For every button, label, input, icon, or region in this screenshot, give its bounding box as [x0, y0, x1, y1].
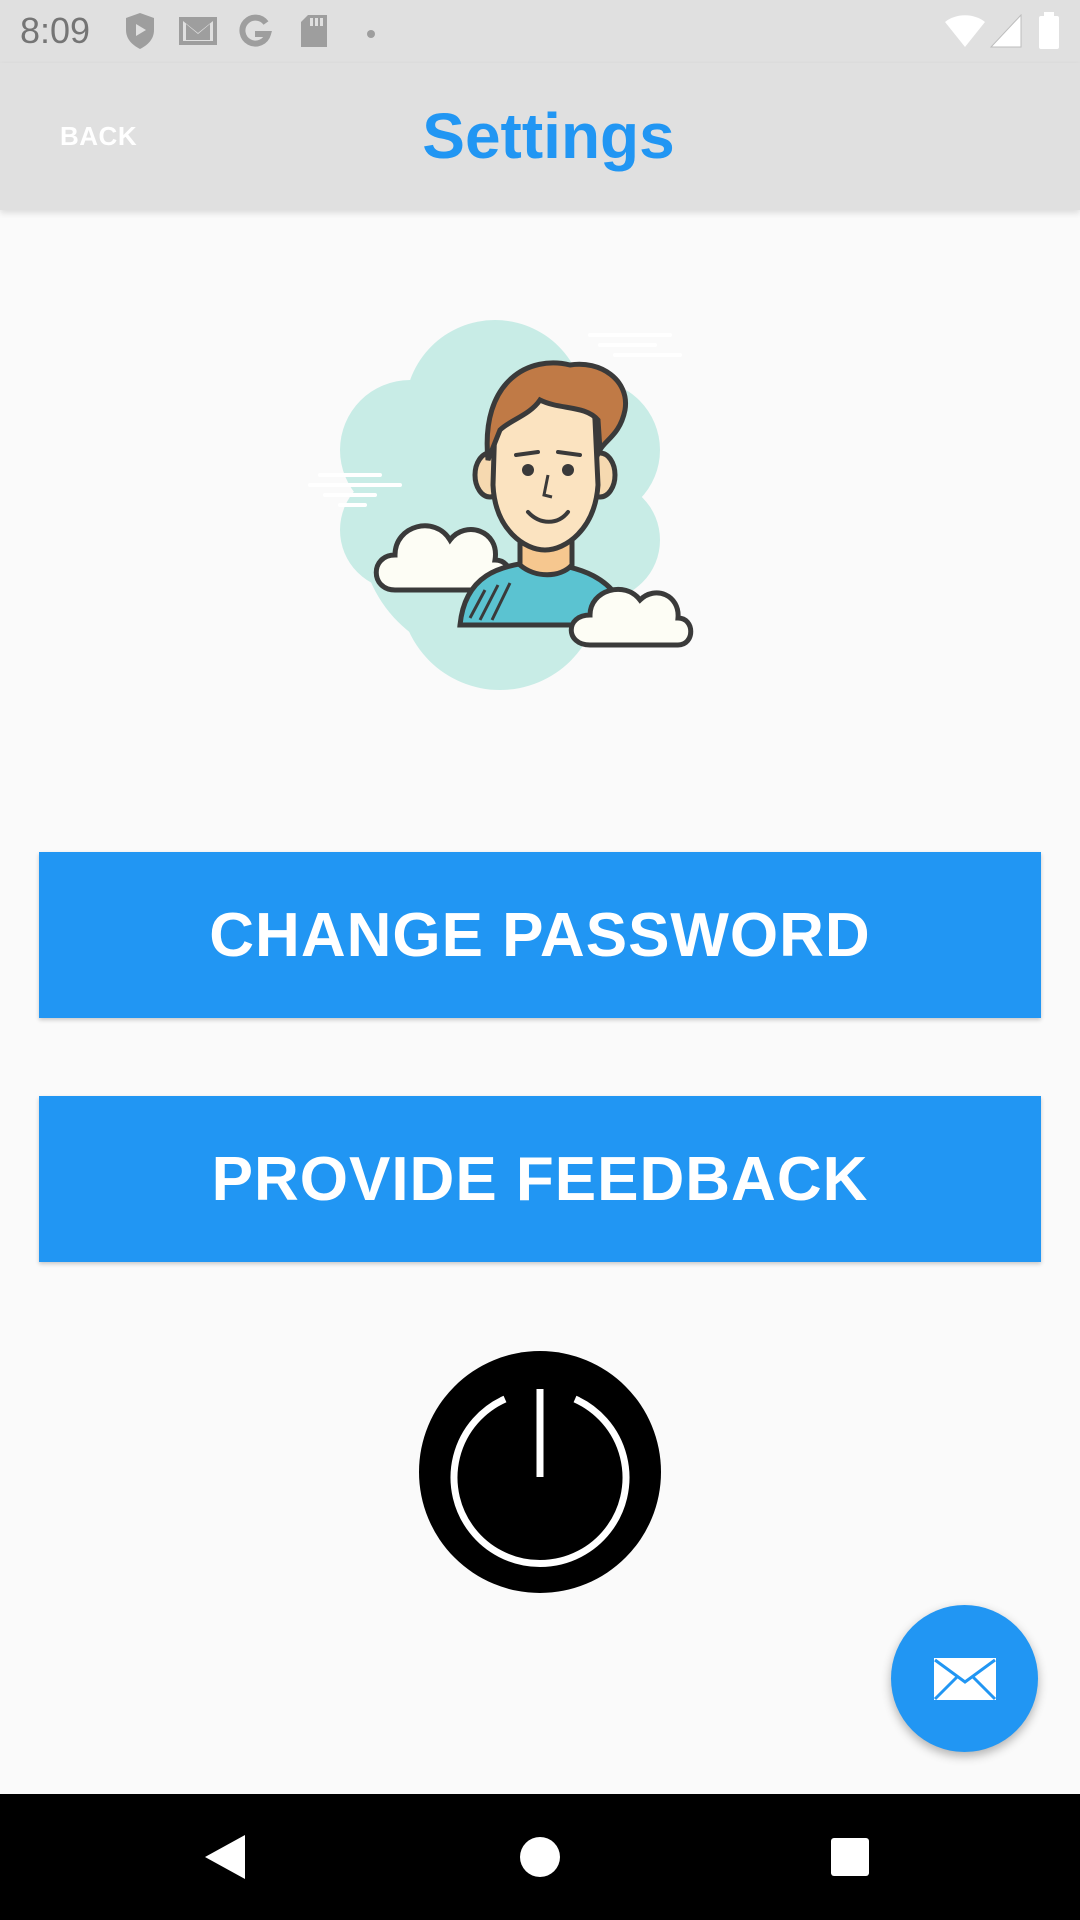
power-icon — [419, 1351, 661, 1593]
user-avatar-illustration — [300, 300, 770, 700]
status-time: 8:09 — [20, 10, 91, 51]
wifi-icon — [944, 14, 986, 53]
power-button[interactable] — [419, 1351, 661, 1593]
provide-feedback-button[interactable]: PROVIDE FEEDBACK — [39, 1096, 1041, 1262]
dot-icon — [366, 26, 376, 44]
nav-home-button[interactable] — [505, 1794, 575, 1920]
system-nav-bar — [0, 1794, 1080, 1920]
home-circle-icon — [520, 1837, 560, 1877]
battery-icon — [1038, 12, 1060, 55]
shield-icon — [124, 12, 156, 55]
change-password-button[interactable]: CHANGE PASSWORD — [39, 852, 1041, 1018]
google-icon — [238, 14, 272, 53]
app-bar: BACK Settings — [0, 63, 1080, 210]
status-bar: 8:09 — [0, 0, 1080, 63]
mail-fab-button[interactable] — [891, 1605, 1038, 1752]
back-triangle-icon — [205, 1835, 245, 1879]
settings-screen: 8:09 BACK Settings CHANGE PASSWORD PROVI… — [0, 0, 1080, 1920]
mail-icon — [933, 1657, 996, 1700]
recents-square-icon — [831, 1838, 869, 1876]
page-title: Settings — [422, 100, 675, 172]
gmail-icon — [178, 16, 218, 51]
sd-card-icon — [300, 14, 328, 53]
nav-recents-button[interactable] — [815, 1794, 885, 1920]
nav-back-button[interactable] — [190, 1794, 260, 1920]
signal-icon — [989, 13, 1022, 53]
